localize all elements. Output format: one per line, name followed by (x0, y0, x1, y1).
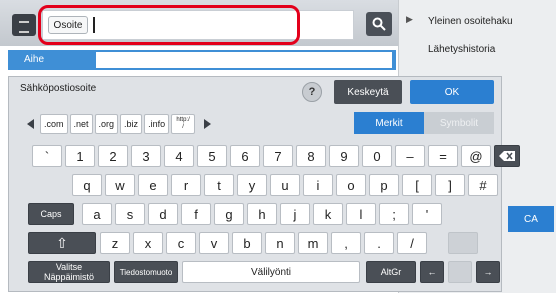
key-disabled[interactable] (448, 261, 472, 283)
caps-lock-button[interactable]: Caps (28, 203, 74, 225)
backspace-button[interactable] (494, 145, 520, 167)
key[interactable]: 0 (362, 145, 392, 167)
key[interactable]: h (247, 203, 277, 225)
key[interactable]: p (369, 174, 399, 196)
key[interactable]: 5 (197, 145, 227, 167)
menu-icon[interactable] (12, 14, 36, 36)
key[interactable]: i (303, 174, 333, 196)
characters-tab[interactable]: Merkit (354, 112, 424, 134)
key[interactable]: a (82, 203, 112, 225)
highlight-frame (38, 5, 300, 45)
domain-scroll-left-button[interactable] (20, 113, 40, 135)
key[interactable]: s (115, 203, 145, 225)
key[interactable]: k (313, 203, 343, 225)
key[interactable]: b (232, 232, 262, 254)
key[interactable]: / (397, 232, 427, 254)
key[interactable]: x (133, 232, 163, 254)
subject-label: Aihe (24, 54, 45, 65)
key[interactable]: m (298, 232, 328, 254)
cancel-button[interactable]: Keskeytä (334, 80, 402, 104)
subject-field[interactable] (96, 52, 392, 68)
key[interactable]: ; (379, 203, 409, 225)
char-mode-toggle: Merkit Symbolit (354, 112, 494, 134)
chevron-left-icon (26, 119, 34, 129)
key[interactable]: f (181, 203, 211, 225)
play-icon: ▶ (406, 14, 413, 24)
key[interactable]: z (100, 232, 130, 254)
key[interactable]: 7 (263, 145, 293, 167)
key[interactable]: d (148, 203, 178, 225)
key[interactable]: o (336, 174, 366, 196)
file-format-button[interactable]: Tiedostomuoto (114, 261, 178, 283)
ok-button[interactable]: OK (410, 80, 494, 104)
domain-key-info[interactable]: .info (144, 114, 170, 134)
key[interactable]: e (138, 174, 168, 196)
shift-button[interactable]: ⇧ (28, 232, 96, 254)
key[interactable]: q (72, 174, 102, 196)
key[interactable]: t (204, 174, 234, 196)
cursor-right-button[interactable]: → (476, 261, 500, 283)
key[interactable]: # (468, 174, 498, 196)
key[interactable]: 1 (65, 145, 95, 167)
key[interactable]: v (199, 232, 229, 254)
key[interactable]: y (237, 174, 267, 196)
key[interactable]: g (214, 203, 244, 225)
global-address-search-link[interactable]: Yleinen osoitehaku (428, 16, 513, 27)
key[interactable]: = (428, 145, 458, 167)
key[interactable]: 4 (164, 145, 194, 167)
altgr-button[interactable]: AltGr (366, 261, 416, 283)
ca-button[interactable]: CA (508, 206, 554, 232)
domain-key-http[interactable]: http:/ / (171, 114, 196, 134)
email-field-label: Sähköpostiosoite (20, 83, 97, 94)
key[interactable]: ' (412, 203, 442, 225)
domain-key-biz[interactable]: .biz (120, 114, 143, 134)
key[interactable]: l (346, 203, 376, 225)
key[interactable]: – (395, 145, 425, 167)
send-history-link[interactable]: Lähetyshistoria (428, 44, 495, 55)
key[interactable]: c (166, 232, 196, 254)
select-keyboard-line-2: Näppäimistö (43, 272, 95, 282)
domain-shortcut-row: .com .net .org .biz .info http:/ / (20, 112, 217, 136)
key[interactable]: 9 (329, 145, 359, 167)
domain-scroll-right-button[interactable] (197, 113, 217, 135)
cursor-left-button[interactable]: ← (420, 261, 444, 283)
chevron-right-icon (203, 119, 211, 129)
symbols-tab[interactable]: Symbolit (424, 112, 494, 134)
key[interactable]: 3 (131, 145, 161, 167)
key[interactable]: ` (32, 145, 62, 167)
search-icon (372, 17, 386, 31)
domain-key-org[interactable]: .org (94, 114, 119, 134)
http-line-2: / (182, 124, 184, 130)
key-disabled[interactable] (448, 232, 478, 254)
key[interactable]: @ (461, 145, 491, 167)
key[interactable]: n (265, 232, 295, 254)
domain-key-com[interactable]: .com (40, 114, 68, 134)
key[interactable]: . (364, 232, 394, 254)
key[interactable]: [ (402, 174, 432, 196)
space-bar[interactable]: Välilyönti (182, 261, 360, 283)
key[interactable]: 6 (230, 145, 260, 167)
key[interactable]: , (331, 232, 361, 254)
select-keyboard-line-1: Valitse (55, 262, 83, 272)
search-button[interactable] (366, 12, 392, 36)
backspace-icon (499, 151, 515, 161)
domain-key-net[interactable]: .net (69, 114, 93, 134)
key[interactable]: u (270, 174, 300, 196)
key[interactable]: ] (435, 174, 465, 196)
key[interactable]: w (105, 174, 135, 196)
key[interactable]: 2 (98, 145, 128, 167)
select-keyboard-button[interactable]: Valitse Näppäimistö (28, 261, 110, 283)
key[interactable]: 8 (296, 145, 326, 167)
http-line-1: http:/ (176, 117, 190, 123)
key[interactable]: r (171, 174, 201, 196)
help-button[interactable]: ? (302, 82, 322, 102)
key[interactable]: j (280, 203, 310, 225)
